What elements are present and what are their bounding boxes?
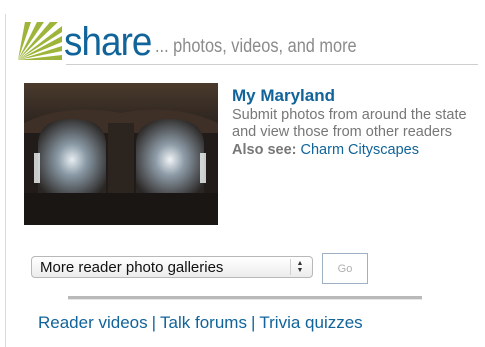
link-separator: | <box>250 313 256 332</box>
feature-thumbnail-image[interactable] <box>24 83 218 225</box>
sunburst-logo-icon <box>18 22 62 60</box>
updown-arrows-icon: ▲ ▼ <box>290 259 309 275</box>
charm-cityscapes-link[interactable]: Charm Cityscapes <box>301 142 419 158</box>
go-button[interactable]: Go <box>322 253 368 284</box>
header-divider <box>66 64 478 65</box>
trivia-quizzes-link[interactable]: Trivia quizzes <box>259 313 362 332</box>
reader-videos-link[interactable]: Reader videos <box>38 313 148 332</box>
link-separator: | <box>151 313 157 332</box>
also-see-label: Also see: <box>232 142 297 158</box>
brand-title: share <box>64 20 152 64</box>
feature-block: My Maryland Submit photos from around th… <box>232 86 477 159</box>
gallery-select[interactable]: More reader photo galleries ▲ ▼ <box>31 256 313 278</box>
gallery-select-value: More reader photo galleries <box>40 258 224 276</box>
feature-title-link[interactable]: My Maryland <box>232 86 477 106</box>
feature-description: Submit photos from around the state and … <box>232 107 467 140</box>
tagline: ... photos, videos, and more <box>155 36 357 57</box>
also-see-line: Also see: Charm Cityscapes <box>232 141 477 159</box>
talk-forums-link[interactable]: Talk forums <box>160 313 247 332</box>
footer-links: Reader videos | Talk forums | Trivia quizzes <box>38 313 478 333</box>
frame-border <box>5 14 6 347</box>
share-header: share ... photos, videos, and more <box>18 18 480 62</box>
footer-divider <box>68 296 422 300</box>
